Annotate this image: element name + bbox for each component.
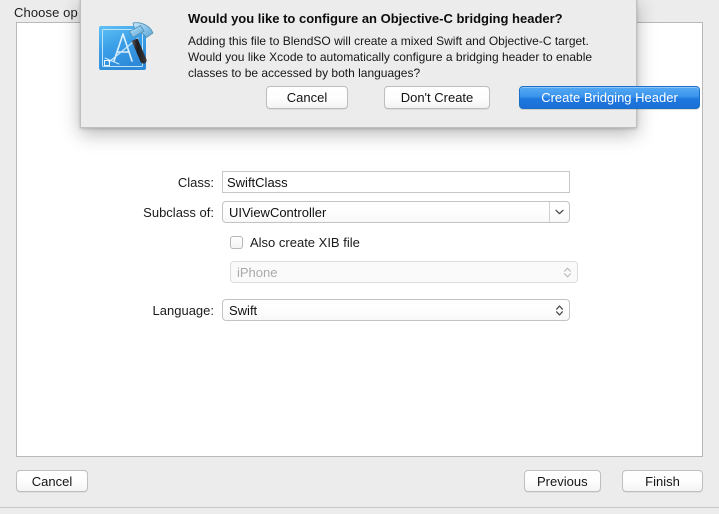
language-value: Swift <box>229 302 258 318</box>
cancel-button[interactable]: Cancel <box>16 470 88 492</box>
class-input[interactable] <box>222 171 570 193</box>
field-row-class: Class: <box>17 167 704 197</box>
finish-button[interactable]: Finish <box>622 470 703 492</box>
subclass-field-wrap: UIViewController <box>222 201 570 223</box>
class-field-wrap <box>222 171 570 193</box>
dialog-button-row: Cancel Don't Create Create Bridging Head… <box>188 86 700 109</box>
field-row-language: Language: Swift <box>17 295 704 325</box>
bridging-header-dialog: Would you like to configure an Objective… <box>80 0 700 128</box>
dialog-body-line-1: Adding this file to BlendSO will create … <box>188 34 589 48</box>
class-label: Class: <box>177 174 214 190</box>
dialog-text-block: Would you like to configure an Objective… <box>188 10 620 81</box>
chevron-up-down-icon <box>558 262 577 282</box>
chevron-down-icon[interactable] <box>549 202 569 222</box>
language-field-wrap: Swift <box>222 299 570 321</box>
language-label: Language: <box>152 302 214 318</box>
device-value: iPhone <box>237 264 278 280</box>
xib-label: Also create XIB file <box>250 234 360 250</box>
device-popup: iPhone <box>230 261 578 283</box>
field-row-device: iPhone <box>17 257 704 287</box>
device-field-wrap: iPhone <box>230 261 578 283</box>
subclass-value: UIViewController <box>229 204 327 220</box>
dialog-body-line-2: Would you like Xcode to automatically co… <box>188 50 593 64</box>
dialog-body-line-3: classes to be accessed by both languages… <box>188 66 421 80</box>
dialog-create-bridging-header-button[interactable]: Create Bridging Header <box>519 86 700 109</box>
xcode-hammer-blueprint-icon <box>93 14 161 82</box>
field-row-xib[interactable]: Also create XIB file <box>17 227 704 257</box>
dialog-headline: Would you like to configure an Objective… <box>188 11 563 26</box>
wizard-footer: Cancel Previous Finish <box>0 462 719 506</box>
previous-button[interactable]: Previous <box>524 470 601 492</box>
dialog-cancel-button[interactable]: Cancel <box>266 86 348 109</box>
occluded-bottom-text <box>150 508 570 514</box>
dialog-dont-create-button[interactable]: Don't Create <box>384 86 490 109</box>
subclass-combobox[interactable]: UIViewController <box>222 201 570 223</box>
dialog-body: Adding this file to BlendSO will create … <box>188 33 596 81</box>
field-row-subclass: Subclass of: UIViewController <box>17 197 704 227</box>
subclass-label: Subclass of: <box>143 204 214 220</box>
language-popup[interactable]: Swift <box>222 299 570 321</box>
xcode-new-file-wizard-window: Choose op Class: Subclass of: UIViewCont… <box>0 0 719 514</box>
page-title: Choose op <box>14 5 78 20</box>
xib-checkbox[interactable] <box>230 235 243 249</box>
chevron-up-down-icon[interactable] <box>550 300 569 320</box>
new-file-options-form: Class: Subclass of: UIViewController <box>17 167 704 325</box>
